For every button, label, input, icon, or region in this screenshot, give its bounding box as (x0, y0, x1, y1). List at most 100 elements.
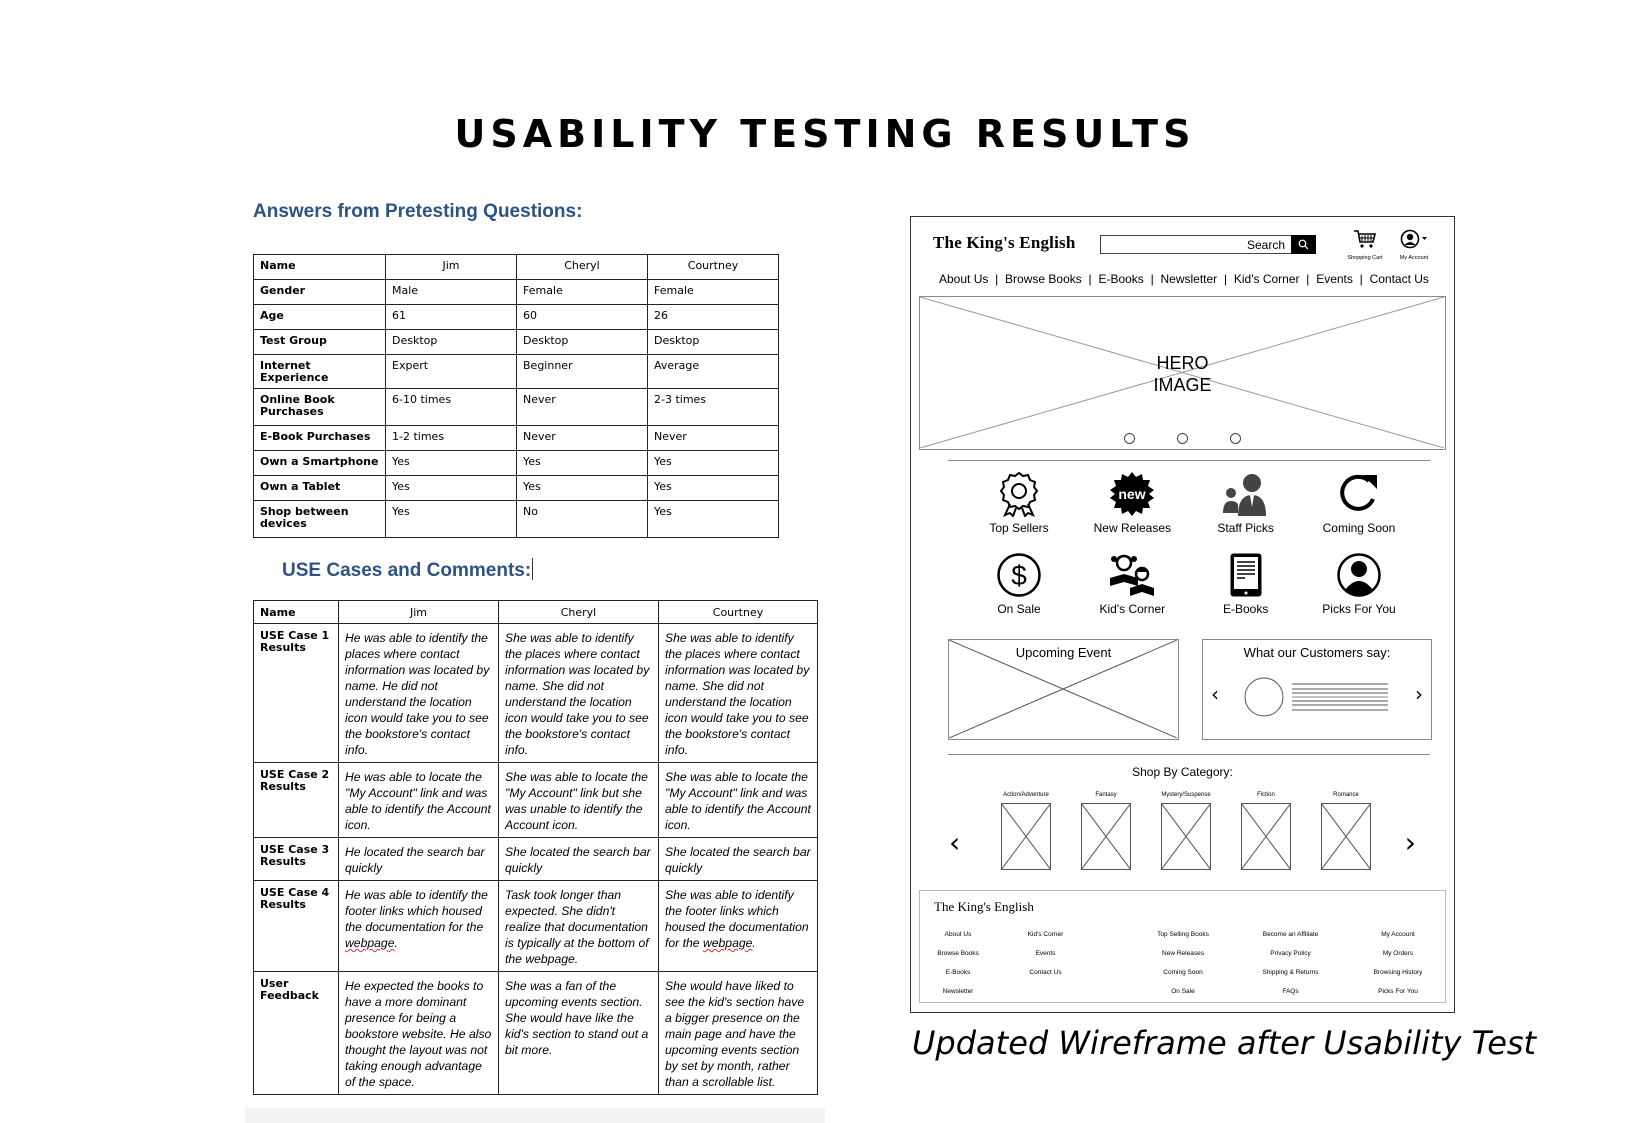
svg-text:$: $ (1011, 560, 1027, 591)
cell: She located the search bar quickly (498, 837, 659, 881)
category-action-adventure[interactable]: Action/Adventure (991, 792, 1061, 870)
category-mystery-suspense[interactable]: Mystery/Suspense (1151, 792, 1221, 870)
cell: Yes (516, 450, 648, 476)
carousel-dots (920, 433, 1445, 444)
row-label: USE Case 3 Results (253, 837, 339, 881)
footer-link[interactable]: Shipping & Returns (1246, 963, 1336, 982)
nav-kids-corner[interactable]: Kid's Corner (1234, 272, 1300, 286)
wireframe-footer: The King's English About Us Browse Books… (919, 890, 1446, 1003)
nav-browse-books[interactable]: Browse Books (1005, 272, 1082, 286)
footer-link[interactable]: Coming Soon (1143, 963, 1223, 982)
coming-soon-link[interactable]: Coming Soon (1309, 471, 1409, 535)
chevron-left-icon[interactable]: ‹ (949, 829, 960, 857)
kids-reading-icon (1110, 554, 1155, 596)
cell: Desktop (647, 329, 779, 355)
nav-about-us[interactable]: About Us (939, 272, 988, 286)
cell: 60 (516, 304, 648, 330)
category-fantasy[interactable]: Fantasy (1071, 792, 1141, 870)
kids-corner-link[interactable]: Kid's Corner (1082, 552, 1182, 616)
footer-link[interactable]: Top Selling Books (1143, 925, 1223, 944)
footer-link[interactable]: E-Books (928, 963, 988, 982)
shopping-cart-button[interactable]: Shopping Cart (1345, 229, 1385, 261)
footer-link[interactable]: About Us (928, 925, 988, 944)
search-input[interactable]: Search (1100, 235, 1316, 254)
footer-link[interactable]: My Orders (1358, 944, 1438, 963)
footer-link[interactable]: Browsing History (1358, 963, 1438, 982)
new-releases-link[interactable]: new New Releases (1082, 471, 1182, 535)
misspelled-word[interactable]: webpage (703, 936, 752, 950)
hero-image-placeholder[interactable]: HERO IMAGE (919, 296, 1446, 450)
nav-divider: | (1359, 272, 1363, 286)
chevron-right-icon[interactable]: › (1415, 684, 1423, 704)
pretest-heading: Answers from Pretesting Questions: (253, 201, 583, 222)
row-label: Online Book Purchases (253, 388, 386, 426)
cell: Task took longer than expected. She didn… (498, 880, 659, 972)
row-label: Internet Experience (253, 354, 386, 389)
my-account-button[interactable]: My Account (1394, 229, 1434, 261)
cell: Female (647, 279, 779, 305)
new-badge-icon: new (1110, 472, 1155, 516)
top-sellers-link[interactable]: Top Sellers (969, 471, 1069, 535)
table-row: Shop between devices Yes No Yes (253, 500, 779, 538)
misspelled-word[interactable]: webpage (345, 936, 394, 950)
e-books-link[interactable]: E-Books (1196, 552, 1296, 616)
wireframe-logo[interactable]: The King's English (933, 233, 1076, 253)
cell: Yes (385, 500, 517, 538)
nav-contact-us[interactable]: Contact Us (1370, 272, 1429, 286)
account-label: My Account (1399, 255, 1429, 261)
carousel-dot[interactable] (1177, 433, 1188, 444)
footer-link[interactable]: Kid's Corner (1011, 925, 1081, 944)
footer-logo[interactable]: The King's English (934, 899, 1034, 915)
nav-e-books[interactable]: E-Books (1098, 272, 1143, 286)
footer-link[interactable]: Picks For You (1358, 982, 1438, 1001)
divider (948, 460, 1430, 461)
icon-label: Picks For You (1322, 602, 1396, 616)
pretest-table: Name Jim Cheryl Courtney Gender Male Femal… (253, 254, 779, 538)
footer-link[interactable]: Newsletter (928, 982, 988, 1001)
cell: She was able to locate the "My Account" … (498, 762, 659, 838)
nav-events[interactable]: Events (1316, 272, 1353, 286)
table-row: Internet Experience Expert Beginner Average (253, 354, 779, 389)
footer-column: Become an Affiliate Privacy Policy Shipp… (1246, 925, 1336, 1001)
header-cell: Courtney (647, 254, 779, 280)
nav-newsletter[interactable]: Newsletter (1160, 272, 1217, 286)
avatar-placeholder-icon (1244, 677, 1284, 717)
carousel-dot[interactable] (1124, 433, 1135, 444)
dollar-circle-icon: $ (997, 553, 1041, 597)
footer-link[interactable]: Events (1011, 944, 1081, 963)
on-sale-link[interactable]: $ On Sale (969, 552, 1069, 616)
chevron-right-icon[interactable]: › (1405, 829, 1416, 857)
wireframe-caption: Updated Wireframe after Usability Test (912, 1024, 1537, 1062)
footer-link[interactable]: My Account (1358, 925, 1438, 944)
cell: Yes (516, 475, 648, 501)
icon-label: Staff Picks (1217, 521, 1274, 535)
category-fiction[interactable]: Fiction (1231, 792, 1301, 870)
icon-label: On Sale (997, 602, 1041, 616)
nav-divider: | (1306, 272, 1310, 286)
picks-for-you-link[interactable]: Picks For You (1309, 552, 1409, 616)
cell: Beginner (516, 354, 648, 389)
refresh-arrow-icon (1340, 474, 1377, 511)
category-romance[interactable]: Romance (1311, 792, 1381, 870)
chevron-left-icon[interactable]: ‹ (1211, 684, 1219, 704)
usecases-table: Name Jim Cheryl Courtney USE Case 1 Resu… (253, 600, 818, 1095)
footer-link[interactable]: Privacy Policy (1246, 944, 1336, 963)
cell: Never (516, 388, 648, 426)
upcoming-event-placeholder[interactable]: Upcoming Event (948, 639, 1179, 740)
search-icon (1298, 239, 1309, 250)
cell: Never (516, 425, 648, 451)
footer-link[interactable]: Contact Us (1011, 963, 1081, 982)
search-button[interactable] (1291, 235, 1316, 254)
staff-picks-link[interactable]: Staff Picks (1196, 471, 1296, 535)
table-row: E-Book Purchases 1-2 times Never Never (253, 425, 779, 451)
category-label: Fiction (1257, 792, 1275, 798)
table-row: Age 61 60 26 (253, 304, 779, 330)
carousel-dot[interactable] (1230, 433, 1241, 444)
footer-link[interactable]: FAQs (1246, 982, 1336, 1001)
image-placeholder-icon (1161, 803, 1211, 870)
footer-link[interactable]: On Sale (1143, 982, 1223, 1001)
testimonials-box: What our Customers say: ‹ › (1202, 639, 1432, 740)
footer-link[interactable]: New Releases (1143, 944, 1223, 963)
footer-link[interactable]: Become an Affiliate (1246, 925, 1336, 944)
footer-link[interactable]: Browse Books (928, 944, 988, 963)
